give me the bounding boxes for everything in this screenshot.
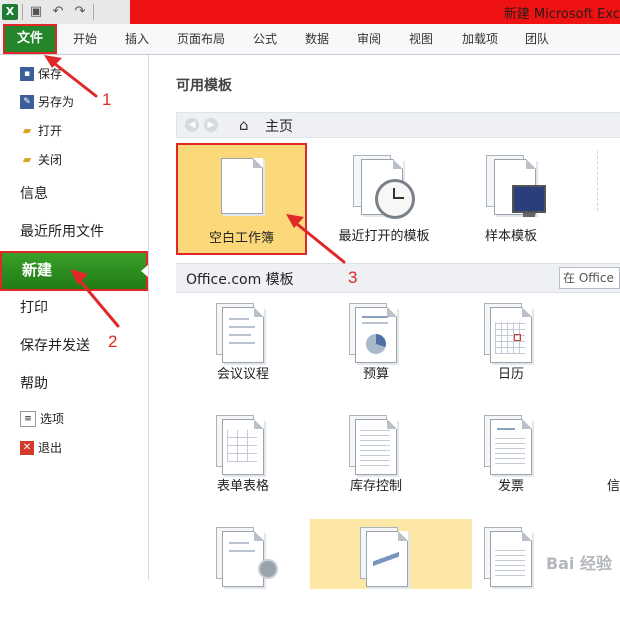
document-icon	[222, 531, 264, 587]
template-label: 信	[606, 479, 620, 494]
open-folder-icon: ▰	[22, 124, 32, 137]
template-samples[interactable]: 样本模板	[446, 143, 576, 253]
nav-new-label: 新建	[22, 261, 53, 279]
callout-number-3: 3	[348, 268, 358, 287]
tab-file[interactable]: 文件	[3, 24, 57, 54]
template-label: 日历	[497, 367, 524, 382]
tab-data[interactable]: 数据	[294, 24, 340, 54]
template-budget[interactable]: 预算	[311, 295, 441, 405]
template-nav-bar: ◀ ▶ ⌂ 主页	[176, 112, 620, 138]
redo-icon[interactable]: ↷	[71, 4, 89, 20]
template-label: 库存控制	[349, 479, 402, 494]
title-bar: X ▣ ↶ ↷ 新建 Microsoft Exc	[0, 0, 620, 24]
nav-home-label[interactable]: 主页	[265, 116, 293, 136]
quick-access-toolbar: X ▣ ↶ ↷	[2, 3, 94, 21]
invoice-document-icon	[490, 419, 532, 475]
nav-close-label: 关闭	[38, 153, 63, 167]
nav-exit[interactable]: ✕ 退出	[20, 438, 62, 458]
template-label: 发票	[497, 479, 524, 494]
tab-review[interactable]: 审阅	[346, 24, 392, 54]
agenda-document-icon	[222, 307, 264, 363]
document-icon	[490, 531, 532, 587]
nav-help[interactable]: 帮助	[20, 372, 48, 396]
ribbon-tab-row: 文件 开始 插入 页面布局 公式 数据 审阅 视图 加载项 团队	[0, 24, 620, 55]
calendar-document-icon	[490, 307, 532, 363]
nav-save-as[interactable]: ✎ 另存为	[20, 92, 74, 112]
office-com-bar: Office.com 模板 在 Office	[176, 263, 620, 293]
template-label: 最近打开的模板	[338, 229, 430, 244]
tab-home[interactable]: 开始	[62, 24, 108, 54]
nav-save-as-label: 另存为	[38, 95, 75, 109]
form-document-icon	[222, 419, 264, 475]
nav-info[interactable]: 信息	[20, 182, 48, 206]
template-label: 表单表格	[216, 479, 269, 494]
toolbar-separator	[93, 4, 94, 20]
template-row4-a[interactable]	[178, 519, 308, 629]
tab-view[interactable]: 视图	[398, 24, 444, 54]
chart-document-icon	[366, 531, 408, 587]
template-forms[interactable]: 表单表格	[178, 407, 308, 517]
clock-icon	[375, 179, 415, 219]
template-meeting-agenda[interactable]: 会议议程	[178, 295, 308, 405]
budget-document-icon	[355, 307, 397, 363]
tab-formulas[interactable]: 公式	[242, 24, 288, 54]
section-title: 可用模板	[176, 78, 232, 94]
office-section-title: Office.com 模板	[186, 272, 294, 288]
template-blank-workbook[interactable]: 空白工作簿	[176, 143, 307, 255]
callout-number-1: 1	[102, 90, 112, 109]
office-search-input[interactable]: 在 Office	[559, 267, 620, 289]
exit-icon: ✕	[20, 441, 34, 455]
tab-page-layout[interactable]: 页面布局	[168, 24, 234, 54]
close-folder-icon: ▰	[22, 153, 32, 166]
excel-app-icon[interactable]: X	[2, 4, 18, 20]
callout-number-2: 2	[108, 332, 118, 351]
nav-close[interactable]: ▰ 关闭	[20, 150, 62, 170]
tab-insert[interactable]: 插入	[114, 24, 160, 54]
watermark: Bai 经验	[545, 554, 612, 573]
backstage-nav: ▪ 保存 ✎ 另存为 ▰ 打开 ▰ 关闭 信息 最近所用文件 新建 打印 保存并…	[0, 55, 149, 580]
template-recent[interactable]: 最近打开的模板	[319, 143, 449, 253]
template-partial-edge	[597, 151, 620, 211]
home-icon[interactable]: ⌂	[239, 117, 249, 133]
template-letters-partial[interactable]: 信	[579, 407, 620, 517]
window-title: 新建 Microsoft Exc	[503, 7, 620, 22]
blank-document-icon	[221, 158, 263, 214]
nav-options-label: 选项	[40, 412, 65, 426]
back-arrow-icon[interactable]: ◀	[185, 118, 199, 132]
nav-exit-label: 退出	[38, 441, 63, 455]
templates-pane: 可用模板 ◀ ▶ ⌂ 主页 空白工作簿 最近打开的模板 样本模板 Office.…	[149, 55, 620, 589]
nav-save-send[interactable]: 保存并发送	[20, 334, 90, 358]
nav-open[interactable]: ▰ 打开	[20, 121, 62, 141]
template-label: 会议议程	[216, 367, 269, 382]
pin-icon	[258, 559, 278, 579]
nav-new[interactable]: 新建	[0, 251, 148, 291]
template-calendar[interactable]: 日历	[446, 295, 576, 405]
nav-print[interactable]: 打印	[20, 296, 48, 320]
tab-addins[interactable]: 加载项	[452, 24, 508, 54]
template-label: 空白工作簿	[208, 231, 274, 246]
template-label: 样本模板	[484, 229, 537, 244]
template-inventory[interactable]: 库存控制	[311, 407, 441, 517]
undo-icon[interactable]: ↶	[49, 4, 67, 20]
toolbar-separator	[22, 4, 23, 20]
nav-save[interactable]: ▪ 保存	[20, 64, 62, 84]
save-icon: ▪	[20, 67, 34, 81]
forward-arrow-icon[interactable]: ▶	[204, 118, 218, 132]
nav-options[interactable]: ≡ 选项	[20, 409, 64, 429]
template-label: 预算	[362, 367, 389, 382]
inventory-document-icon	[355, 419, 397, 475]
save-icon[interactable]: ▣	[27, 4, 45, 20]
save-as-icon: ✎	[20, 95, 34, 109]
nav-save-label: 保存	[38, 67, 63, 81]
monitor-icon	[512, 185, 546, 217]
template-invoice[interactable]: 发票	[446, 407, 576, 517]
nav-open-label: 打开	[38, 124, 63, 138]
tab-team[interactable]: 团队	[514, 24, 560, 54]
options-icon: ≡	[20, 411, 36, 427]
template-row4-c[interactable]	[446, 519, 576, 629]
nav-recent[interactable]: 最近所用文件	[20, 220, 104, 244]
selection-notch	[141, 265, 148, 277]
